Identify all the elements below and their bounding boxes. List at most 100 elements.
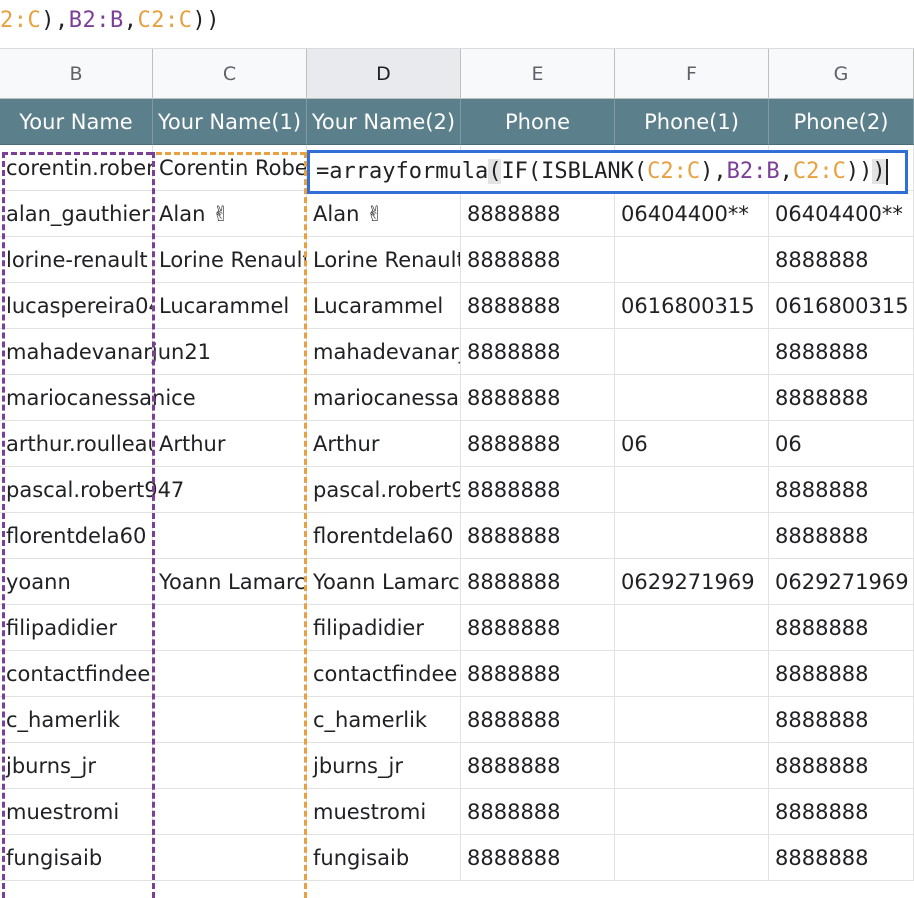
cell[interactable]: jburns_jr <box>0 743 153 789</box>
cell[interactable]: Yoann Lamarche <box>153 559 307 605</box>
cell[interactable]: florentdela60 <box>0 513 153 559</box>
cell[interactable] <box>615 467 769 513</box>
cell[interactable]: Lorine Renault <box>307 237 461 283</box>
cell[interactable] <box>615 329 769 375</box>
cell[interactable] <box>615 789 769 835</box>
cell[interactable]: 8888888 <box>461 697 615 743</box>
cell[interactable]: alan_gauthier <box>0 191 153 237</box>
cell[interactable]: lorine-renault <box>0 237 153 283</box>
cell[interactable]: 0629271969 <box>615 559 769 605</box>
cell[interactable]: 8888888 <box>461 283 615 329</box>
cell[interactable]: filipadidier <box>307 605 461 651</box>
cell[interactable]: fungisaib <box>307 835 461 881</box>
cell[interactable]: 8888888 <box>769 237 914 283</box>
column-header-f[interactable]: F <box>615 49 769 99</box>
cell[interactable]: c_hamerlik <box>307 697 461 743</box>
cell[interactable]: 8888888 <box>769 467 914 513</box>
cell[interactable] <box>615 835 769 881</box>
cell[interactable] <box>615 513 769 559</box>
cell[interactable]: 8888888 <box>769 651 914 697</box>
cell[interactable]: muestromi <box>0 789 153 835</box>
cell[interactable]: 8888888 <box>461 605 615 651</box>
cell[interactable]: 8888888 <box>461 513 615 559</box>
cell[interactable] <box>615 605 769 651</box>
cell[interactable]: c_hamerlik <box>0 697 153 743</box>
cell[interactable]: muestromi <box>307 789 461 835</box>
cell[interactable]: 8888888 <box>461 375 615 421</box>
cell[interactable]: 06404400** <box>769 191 914 237</box>
cell[interactable]: Arthur <box>307 421 461 467</box>
cell[interactable]: pascal.robert947 <box>307 467 461 513</box>
cell[interactable]: Lorine Renault <box>153 237 307 283</box>
cell[interactable]: filipadidier <box>0 605 153 651</box>
cell[interactable]: yoann <box>0 559 153 605</box>
column-header-c[interactable]: C <box>153 49 307 99</box>
cell[interactable] <box>153 697 307 743</box>
cell[interactable]: 8888888 <box>461 421 615 467</box>
cell[interactable]: pascal.robert947 <box>0 467 184 513</box>
cell[interactable]: 8888888 <box>769 835 914 881</box>
cell[interactable] <box>153 605 307 651</box>
column-header-b[interactable]: B <box>0 49 153 99</box>
cell[interactable]: 8888888 <box>769 329 914 375</box>
cell[interactable]: 06 <box>769 421 914 467</box>
cell[interactable]: 06 <box>615 421 769 467</box>
column-header-e[interactable]: E <box>461 49 615 99</box>
cell-editor-d2[interactable]: =arrayformula(IF(ISBLANK(C2:C),B2:B,C2:C… <box>307 150 908 194</box>
cell[interactable]: 8888888 <box>769 605 914 651</box>
cell[interactable]: arthur.roulleau <box>0 421 153 467</box>
header-cell[interactable]: Your Name(1) <box>153 99 307 145</box>
column-header-g[interactable]: G <box>769 49 914 99</box>
cell[interactable]: 8888888 <box>461 651 615 697</box>
formula-text[interactable]: 2:C),B2:B,C2:C)) <box>0 8 220 33</box>
cell[interactable]: mahadevanarjun21 <box>307 329 461 375</box>
cell[interactable]: 8888888 <box>461 237 615 283</box>
header-cell[interactable]: Phone <box>461 99 615 145</box>
cell[interactable]: Yoann Lamarche <box>307 559 461 605</box>
header-cell[interactable]: Phone(1) <box>615 99 769 145</box>
cell[interactable]: florentdela60 <box>307 513 461 559</box>
cell[interactable]: lucaspereira04 <box>0 283 153 329</box>
cell[interactable] <box>153 835 307 881</box>
formula-bar[interactable]: 2:C),B2:B,C2:C)) <box>0 0 914 49</box>
header-cell[interactable]: Your Name(2) <box>307 99 461 145</box>
cell[interactable] <box>615 237 769 283</box>
cell[interactable] <box>615 651 769 697</box>
cell[interactable]: 0616800315 <box>615 283 769 329</box>
cell[interactable]: 8888888 <box>461 789 615 835</box>
cell[interactable]: 8888888 <box>769 375 914 421</box>
cell[interactable]: 8888888 <box>769 697 914 743</box>
cell[interactable]: 06404400** <box>615 191 769 237</box>
cell[interactable]: 8888888 <box>769 513 914 559</box>
cell[interactable]: 8888888 <box>769 789 914 835</box>
cell[interactable] <box>615 697 769 743</box>
column-header-d[interactable]: D <box>307 49 461 99</box>
cell[interactable]: Lucarammel <box>153 283 307 329</box>
cell[interactable]: Alan ✌ <box>307 191 461 237</box>
cell[interactable] <box>615 743 769 789</box>
cell[interactable] <box>153 789 307 835</box>
cell[interactable]: 8888888 <box>461 559 615 605</box>
cell[interactable]: 8888888 <box>769 743 914 789</box>
cell[interactable]: Arthur <box>153 421 307 467</box>
cell[interactable]: 0616800315 <box>769 283 914 329</box>
header-cell[interactable]: Your Name <box>0 99 153 145</box>
cell[interactable]: mahadevanarjun21 <box>0 329 211 375</box>
header-cell[interactable]: Phone(2) <box>769 99 914 145</box>
cell[interactable]: 8888888 <box>461 329 615 375</box>
cell[interactable]: 8888888 <box>461 467 615 513</box>
cell[interactable] <box>153 513 307 559</box>
cell[interactable] <box>153 651 307 697</box>
cell[interactable] <box>153 743 307 789</box>
cell[interactable]: mariocanessanice <box>0 375 196 421</box>
cell[interactable]: Lucarammel <box>307 283 461 329</box>
cell[interactable] <box>615 375 769 421</box>
cell[interactable]: fungisaib <box>0 835 153 881</box>
cell[interactable]: Alan ✌ <box>153 191 307 237</box>
cell[interactable]: 8888888 <box>461 835 615 881</box>
cell[interactable]: 8888888 <box>461 743 615 789</box>
cell[interactable]: jburns_jr <box>307 743 461 789</box>
cell[interactable]: mariocanessanice <box>307 375 461 421</box>
cell[interactable]: 0629271969 <box>769 559 914 605</box>
cell[interactable]: 8888888 <box>461 191 615 237</box>
